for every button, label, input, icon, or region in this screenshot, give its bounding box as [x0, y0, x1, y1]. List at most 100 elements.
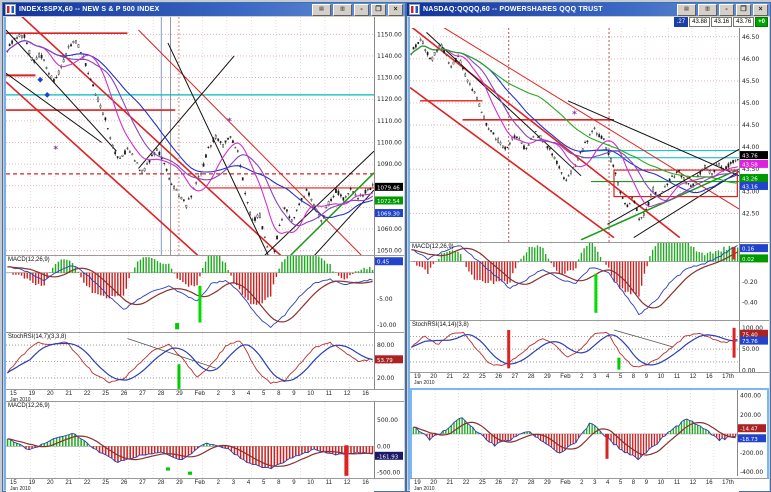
date-tick: 26 [120, 391, 128, 397]
date-tick: 28 [157, 391, 165, 397]
date-tick: 3 [593, 374, 597, 380]
date-tick: 16 [362, 391, 369, 397]
date-tick: 21 [446, 480, 454, 486]
qqqq-stochrsi-canvas[interactable]: 100.0050.000.0075.4073.76 [410, 321, 769, 373]
svg-text:*: * [227, 117, 232, 127]
date-tick: 8 [277, 480, 281, 486]
date-tick: 20 [46, 391, 54, 397]
date-tick: 21 [446, 374, 454, 380]
svg-text:-10.00: -10.00 [377, 322, 397, 329]
date-tick: 10 [657, 480, 665, 486]
chart-window-icon [409, 4, 420, 15]
date-tick: 2 [580, 374, 584, 380]
qqqq-macd-pane[interactable]: MACD(12,26,9) -0.20 -0.40 0.16 0.02 [410, 242, 769, 321]
qqqq-macd-canvas[interactable]: -0.20 -0.40 0.16 0.02 [410, 243, 769, 321]
date-tick: 8 [277, 391, 281, 397]
spx-window-title: INDEX:$SPX,60 -- NEW S & P 500 INDEX [19, 6, 160, 13]
date-tick: 27 [139, 391, 146, 397]
svg-text:1130.00: 1130.00 [377, 75, 402, 82]
svg-text:1140.00: 1140.00 [377, 53, 402, 60]
date-tick: 9 [292, 480, 296, 486]
spx-stochrsi-canvas[interactable]: 80.0050.0020.0053.79 [6, 333, 404, 390]
svg-text:500.00: 500.00 [377, 417, 398, 424]
date-tick: Feb [194, 391, 205, 397]
svg-text:42.50: 42.50 [742, 210, 759, 217]
svg-text:0.45: 0.45 [377, 260, 390, 266]
svg-text:*: * [53, 145, 58, 155]
svg-text:-14.47: -14.47 [740, 427, 758, 433]
svg-text:0.16: 0.16 [742, 247, 755, 253]
svg-text:73.76: 73.76 [742, 339, 758, 345]
spx-price-canvas[interactable]: ***1150.001140.001130.001120.001110.0011… [6, 17, 404, 255]
chart-window-qqqq[interactable]: NASDAQ:QQQQ,60 -- POWERSHARES QQQ TRUST … [406, 2, 771, 492]
spx-price-pane[interactable]: ***1150.001140.001130.001120.001110.0011… [6, 17, 404, 255]
maximize-button[interactable]: ❐ [736, 3, 751, 16]
date-tick: 2 [216, 391, 220, 397]
spx-macd2-pane[interactable]: MACD(12,26,9) 500.00 0.00 -500.00 -161.93 [6, 401, 404, 479]
date-tick: 11 [673, 480, 681, 486]
qqqq-histogram-canvas[interactable]: 400.00 200.00 -200.00 -400.00 -14.47 -18.73 [412, 390, 767, 476]
svg-text:46.00: 46.00 [742, 56, 759, 63]
date-tick: 16 [705, 480, 713, 486]
qqqq-chart-content: .27 43.88 43.16 43.76 +0 * 46.50 46.00 45.5… [408, 17, 769, 492]
svg-text:1110.00: 1110.00 [377, 118, 402, 125]
spx-stochrsi-pane[interactable]: StochRSI(14,7)(3,3,8) 80.0050.0020.0053.… [6, 332, 404, 390]
svg-text:1150.00: 1150.00 [377, 31, 402, 38]
qqqq-window-title: NASDAQ:QQQQ,60 -- POWERSHARES QQQ TRUST [423, 6, 603, 13]
esignal-workspace: INDEX:$SPX,60 -- NEW S & P 500 INDEX ▤ ▥… [0, 0, 771, 492]
spx-date-axis-2: 15 19 20 21 22 25 26 27 28 29 Feb 2 3 4 5 8 9 10 11 12 16 Ja… [6, 478, 404, 492]
date-tick: 22 [462, 374, 470, 380]
chart-style-button-2[interactable]: ▥ [698, 3, 717, 16]
svg-text:80.00: 80.00 [377, 342, 394, 349]
minimize-button[interactable]: - [354, 3, 369, 16]
svg-text:-0.20: -0.20 [742, 279, 758, 286]
qqqq-price-pane[interactable]: * 46.50 46.00 45.50 45.00 44.50 44.00 43.50 43.0… [410, 28, 769, 242]
date-tick: 16 [362, 480, 369, 486]
qqqq-macd-label: MACD(12,26,9) [412, 244, 454, 250]
date-tick: 26 [495, 374, 502, 380]
svg-text:53.79: 53.79 [377, 358, 393, 364]
date-tick: 20 [46, 480, 54, 486]
spx-macd-canvas[interactable]: -5.00 -10.00 0.45 [6, 256, 404, 333]
spx-macd2-label: MACD(12,26,9) [8, 403, 50, 409]
date-tick: 25 [102, 480, 109, 486]
minimize-button[interactable]: - [719, 3, 734, 16]
qqqq-quote-strip: .27 43.88 43.16 43.76 +0 [673, 17, 768, 27]
qqqq-histogram-pane[interactable]: 400.00 200.00 -200.00 -400.00 -14.47 -18.73 [410, 388, 769, 482]
date-tick: 29 [176, 480, 183, 486]
quote-change: .27 [673, 17, 689, 27]
qqqq-date-ticks-2: 19 20 21 22 25 26 27 28 29 Feb 2 3 4 5 8 9 10 11 12 16 17th [410, 479, 739, 492]
spx-titlebar[interactable]: INDEX:$SPX,60 -- NEW S & P 500 INDEX ▤ ▥… [3, 3, 405, 16]
svg-text:0.00: 0.00 [377, 443, 391, 450]
qqqq-price-canvas[interactable]: *46.5046.0045.5045.0044.5044.0043.5043.0… [410, 28, 769, 242]
spx-macd-label: MACD(12,26,9) [8, 257, 50, 263]
date-tick: 26 [120, 480, 128, 486]
qqqq-month-label: Jan 2010 [414, 380, 435, 386]
close-button[interactable]: × [753, 3, 768, 16]
chart-window-spx[interactable]: INDEX:$SPX,60 -- NEW S & P 500 INDEX ▤ ▥… [2, 2, 406, 492]
svg-text:1050.00: 1050.00 [377, 248, 402, 255]
date-tick: 5 [261, 480, 266, 486]
close-button[interactable]: × [388, 3, 403, 16]
svg-text:43.58: 43.58 [742, 162, 758, 168]
chart-style-button-2[interactable]: ▥ [333, 3, 352, 16]
qqqq-month-label-2: Jan 2010 [414, 486, 435, 492]
svg-text:20.00: 20.00 [377, 375, 394, 382]
date-tick: 25 [102, 391, 109, 397]
spx-macd-pane[interactable]: MACD(12,26,9) -5.00 -10.00 0.45 [6, 255, 404, 333]
chart-style-button-1[interactable]: ▤ [312, 3, 331, 16]
date-tick: 9 [644, 480, 649, 486]
date-tick: 5 [618, 480, 623, 486]
date-tick: 28 [527, 374, 535, 380]
date-tick: 3 [231, 391, 236, 397]
svg-text:*: * [572, 110, 577, 120]
qqqq-stochrsi-pane[interactable]: StochRSI(14,14)(3,8) 100.00 50.00 0.00 75.4… [410, 320, 769, 373]
svg-text:200.00: 200.00 [740, 412, 761, 419]
qqqq-titlebar[interactable]: NASDAQ:QQQQ,60 -- POWERSHARES QQQ TRUST … [407, 3, 770, 16]
svg-text:1069.30: 1069.30 [377, 212, 400, 218]
quote-up-badge: +0 [755, 17, 768, 27]
spx-macd2-canvas[interactable]: 500.00 0.00 -500.00 -161.93 [6, 402, 404, 479]
svg-text:43.26: 43.26 [742, 177, 758, 183]
maximize-button[interactable]: ❐ [371, 3, 386, 16]
chart-style-button-1[interactable]: ▤ [677, 3, 696, 16]
